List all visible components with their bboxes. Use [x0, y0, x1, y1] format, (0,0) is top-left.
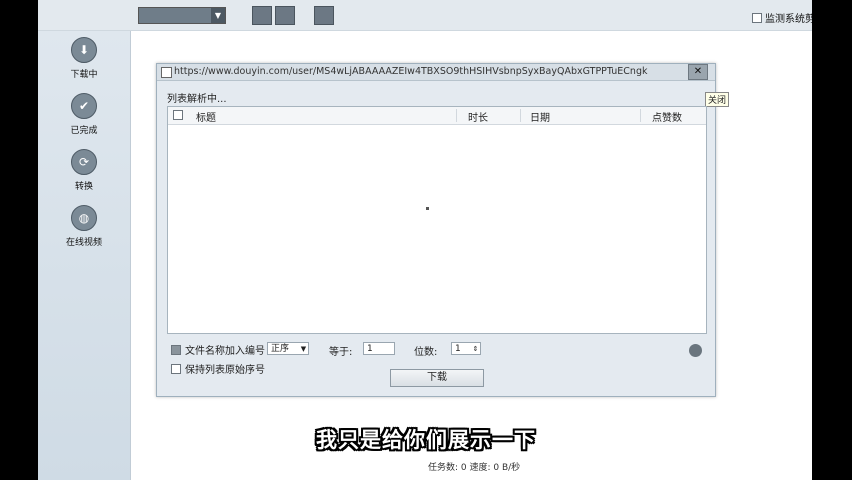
column-date[interactable]: 日期: [530, 109, 550, 124]
toolbar-dropdown[interactable]: ▼: [138, 7, 226, 24]
toolbar-button-2[interactable]: [275, 6, 295, 25]
keep-order-label: 保持列表原始序号: [185, 365, 265, 376]
dialog-url: https://www.douyin.com/user/MS4wLjABAAAA…: [174, 66, 648, 77]
chevron-down-icon: ▼: [300, 345, 307, 353]
close-button[interactable]: ✕: [688, 64, 708, 80]
order-select[interactable]: 正序 ▼: [267, 342, 309, 355]
digits-label: 位数:: [414, 347, 438, 358]
close-tooltip: 关闭: [705, 92, 730, 107]
keep-order-option[interactable]: 保持列表原始序号: [171, 361, 265, 376]
sidebar-item-label: 下载中: [70, 70, 98, 80]
stepper-arrows-icon: ⇕: [472, 345, 479, 353]
sidebar-item-convert[interactable]: ⟳ 转换: [38, 149, 130, 192]
globe-icon: ◍: [71, 205, 97, 231]
video-list[interactable]: 标题 时长 日期 点赞数: [167, 106, 707, 334]
column-title[interactable]: 标题: [196, 109, 216, 124]
sidebar: ⬇ 下载中 ✔ 已完成 ⟳ 转换 ◍ 在线视频: [38, 31, 131, 480]
column-divider: [456, 109, 457, 122]
monitor-checkbox[interactable]: [752, 12, 762, 23]
sidebar-item-label: 在线视频: [65, 238, 102, 248]
download-icon: ⬇: [71, 37, 97, 63]
toolbar: ▼ 监测系统剪: [38, 0, 812, 31]
toolbar-button-1[interactable]: [252, 6, 272, 25]
digits-value: 1: [455, 344, 461, 354]
filename-number-option[interactable]: 文件名称加入编号: [171, 342, 265, 357]
equals-label: 等于:: [329, 347, 353, 358]
status-bar: 任务数: 0 速度: 0 B/秒: [428, 463, 521, 473]
select-all-checkbox[interactable]: [173, 110, 183, 120]
filename-number-label: 文件名称加入编号: [185, 346, 265, 357]
download-button[interactable]: 下载: [390, 369, 484, 387]
toolbar-button-3[interactable]: [314, 6, 334, 25]
column-likes[interactable]: 点赞数: [652, 109, 682, 124]
sidebar-item-downloading[interactable]: ⬇ 下载中: [38, 37, 130, 80]
filename-number-checkbox[interactable]: [171, 344, 181, 355]
app-window: ▼ 监测系统剪 ⬇ 下载中 ✔ 已完成 ⟳ 转换 ◍ 在线视频 任务数: 0 速…: [38, 0, 812, 480]
digits-stepper[interactable]: 1 ⇕: [451, 342, 481, 355]
check-icon: ✔: [71, 93, 97, 119]
convert-icon: ⟳: [71, 149, 97, 175]
column-duration[interactable]: 时长: [468, 109, 488, 124]
keep-order-checkbox[interactable]: [171, 363, 181, 374]
equals-value: 1: [367, 344, 373, 354]
window-icon: [161, 67, 172, 78]
monitor-label: 监测系统剪: [765, 14, 812, 25]
settings-icon[interactable]: [689, 344, 702, 357]
parsing-status: 列表解析中...: [167, 94, 227, 105]
sidebar-item-label: 已完成: [70, 126, 98, 136]
chevron-down-icon: ▼: [211, 8, 225, 23]
loading-indicator: [426, 207, 429, 210]
sidebar-item-online-video[interactable]: ◍ 在线视频: [38, 205, 130, 248]
video-subtitle: 我只是给你们展示一下: [316, 428, 536, 452]
dialog-titlebar[interactable]: https://www.douyin.com/user/MS4wLjABAAAA…: [157, 64, 715, 81]
sidebar-item-completed[interactable]: ✔ 已完成: [38, 93, 130, 136]
order-select-value: 正序: [271, 344, 290, 354]
column-divider: [520, 109, 521, 122]
list-parse-dialog: https://www.douyin.com/user/MS4wLjABAAAA…: [156, 63, 730, 397]
column-divider: [640, 109, 641, 122]
sidebar-item-label: 转换: [74, 182, 93, 192]
close-icon: ✕: [693, 66, 703, 77]
monitor-toggle[interactable]: 监测系统剪: [752, 10, 812, 25]
equals-input[interactable]: 1: [363, 342, 395, 355]
list-header: 标题 时长 日期 点赞数: [168, 107, 706, 125]
